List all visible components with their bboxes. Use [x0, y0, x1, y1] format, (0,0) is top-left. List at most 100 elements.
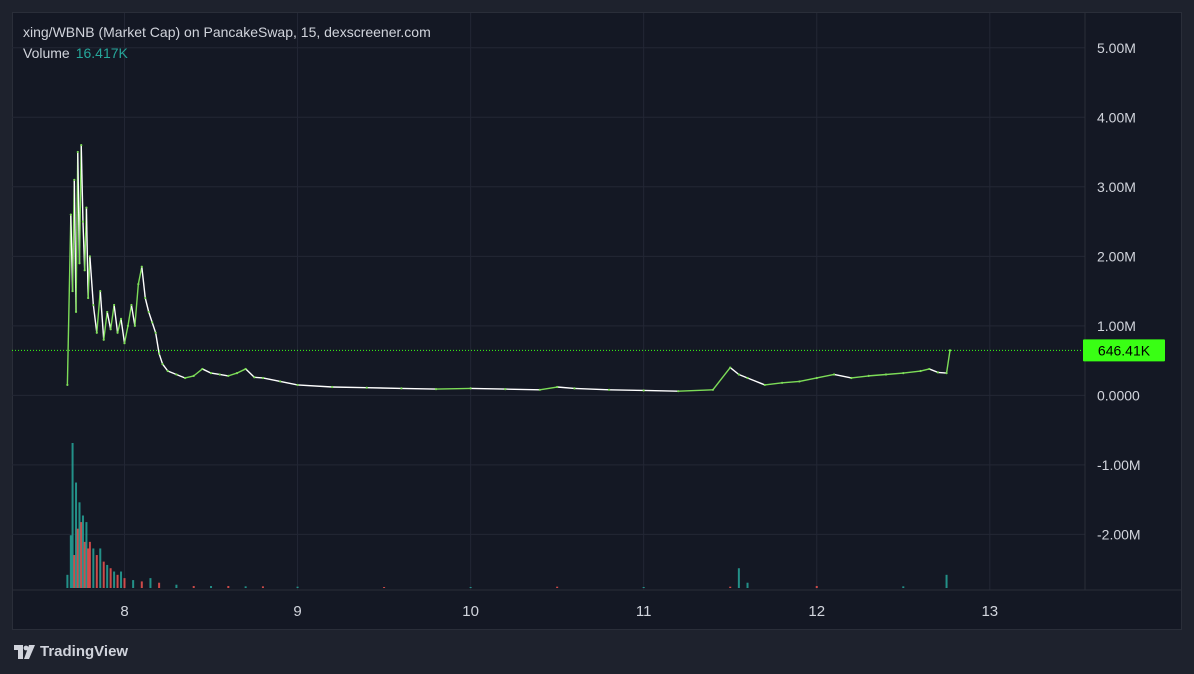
volume-bar: [227, 586, 230, 588]
y-tick-label: -2.00M: [1097, 526, 1141, 542]
volume-bar: [902, 586, 905, 588]
price-point: [867, 374, 870, 377]
price-point: [151, 321, 154, 324]
price-point: [130, 303, 133, 307]
volume-bar: [73, 555, 76, 588]
price-point: [106, 310, 109, 314]
price-segment: [262, 377, 281, 383]
volume-bar: [261, 586, 264, 588]
volume-bar: [556, 586, 559, 588]
price-segment: [945, 350, 951, 374]
price-segment: [193, 368, 203, 377]
volume-bar: [87, 548, 90, 588]
price-point: [945, 372, 948, 375]
price-point: [261, 376, 265, 380]
price-segment: [609, 389, 644, 392]
price-segment: [729, 366, 740, 376]
price-point: [85, 206, 88, 209]
price-point: [88, 255, 91, 258]
last-price-label: 646.41K: [1098, 342, 1151, 358]
x-tick-label: 9: [293, 603, 301, 620]
volume-bar: [244, 586, 247, 588]
market-cap-chart[interactable]: 646.41K 5.00M 4.00M 3.00M 2.00M 1.00M 0.0000 -1…: [0, 0, 1194, 674]
volume-bar: [132, 580, 135, 588]
price-point: [192, 374, 195, 377]
price-segment: [184, 375, 194, 379]
price-segment: [920, 368, 930, 372]
price-point: [73, 178, 76, 181]
price-segment: [470, 387, 506, 390]
price-point: [884, 373, 888, 376]
volume-bar: [746, 582, 749, 588]
price-segment: [332, 386, 367, 389]
volume-bar: [113, 571, 116, 588]
volume-bar: [140, 581, 143, 588]
price-point: [919, 369, 922, 373]
tradingview-brand[interactable]: TradingView: [14, 643, 128, 660]
price-segment: [113, 304, 119, 333]
y-tick-label: 3.00M: [1097, 179, 1136, 195]
price-point: [76, 150, 79, 154]
price-segment: [868, 373, 887, 377]
price-segment: [158, 353, 164, 365]
volume-bar: [296, 586, 299, 588]
volume-bar: [102, 561, 105, 588]
price-segment: [120, 318, 126, 344]
volume-bar: [92, 548, 95, 588]
price-point: [642, 389, 645, 392]
price-segment: [833, 373, 852, 379]
price-segment: [574, 387, 610, 391]
y-tick-label: 5.00M: [1097, 40, 1136, 56]
price-point: [737, 373, 740, 376]
price-point: [158, 352, 161, 355]
volume-bar: [149, 578, 152, 588]
price-point: [92, 303, 95, 307]
volume-bar: [106, 564, 109, 588]
volume-bar: [116, 574, 119, 588]
price-segment: [87, 256, 91, 299]
volume-legend: Volume 16.417K: [23, 45, 128, 61]
volume-label: Volume: [23, 45, 70, 61]
price-segment: [236, 368, 246, 374]
y-tick-label: 1.00M: [1097, 318, 1136, 334]
price-segment: [89, 256, 95, 306]
price-point: [95, 331, 98, 334]
volume-bar: [99, 548, 102, 588]
price-point: [504, 387, 507, 391]
price-segment: [366, 387, 402, 390]
price-point: [161, 362, 164, 366]
price-point: [729, 366, 732, 369]
price-point: [69, 213, 72, 216]
price-point: [253, 376, 256, 379]
price-point: [109, 328, 112, 331]
price-segment: [127, 304, 133, 326]
volume-bar: [88, 541, 91, 588]
price-point: [607, 388, 611, 391]
volume-bar: [383, 587, 386, 588]
volume-bar: [123, 578, 126, 588]
volume-value: 16.417K: [75, 45, 128, 61]
price-point: [80, 143, 83, 147]
volume-bar: [66, 574, 69, 588]
tradingview-logo-icon: [14, 644, 35, 659]
price-point: [365, 386, 368, 389]
volume-bar: [80, 522, 83, 588]
price-point: [201, 367, 204, 371]
price-point: [137, 283, 140, 286]
price-segment: [141, 266, 146, 299]
volume-bar: [71, 443, 74, 588]
price-point: [902, 372, 905, 375]
price-point: [99, 289, 102, 293]
price-segment: [928, 368, 939, 374]
x-tick-label: 13: [981, 603, 998, 620]
price-point: [677, 390, 680, 393]
price-point: [331, 385, 334, 389]
price-point: [400, 387, 403, 390]
price-segment: [151, 322, 157, 334]
price-segment: [130, 304, 136, 326]
price-point: [144, 296, 147, 300]
price-point: [123, 342, 126, 345]
price-point: [83, 269, 86, 272]
price-point: [235, 372, 239, 375]
price-point: [116, 331, 119, 334]
